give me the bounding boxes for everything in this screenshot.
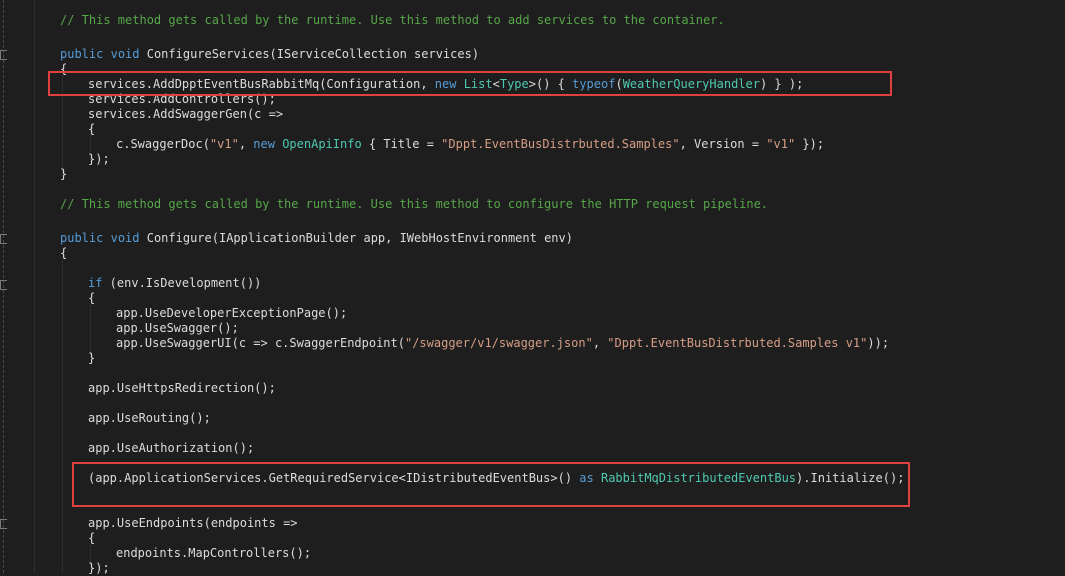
code-line: app.UseRouting(); [88, 411, 211, 425]
code-brace: { [88, 122, 96, 136]
code-brace: } [60, 167, 68, 181]
code-brace: } [88, 351, 96, 365]
collapse-marker[interactable] [0, 519, 7, 529]
highlight-box-eventbus-registration [48, 71, 892, 96]
indent-guide [62, 260, 63, 573]
indent-guide [90, 305, 91, 357]
code-line: app.UseHttpsRedirection(); [88, 381, 276, 395]
code-comment: // This method gets called by the runtim… [60, 13, 725, 27]
code-brace: { [88, 531, 96, 545]
code-line: endpoints.MapControllers(); [116, 546, 312, 560]
code-line-configure-services: public void ConfigureServices(IServiceCo… [60, 47, 480, 61]
code-line: app.UseDeveloperExceptionPage(); [116, 306, 348, 320]
indent-guide [34, 0, 35, 573]
code-brace: { [88, 291, 96, 305]
code-line-swagger-doc: c.SwaggerDoc("v1", new OpenApiInfo { Tit… [116, 137, 825, 151]
code-line: services.AddSwaggerGen(c => [88, 107, 284, 121]
code-line: app.UseSwagger(); [116, 321, 239, 335]
code-brace: { [60, 246, 68, 260]
code-line: app.UseAuthorization(); [88, 441, 255, 455]
code-line-swagger-ui: app.UseSwaggerUI(c => c.SwaggerEndpoint(… [116, 336, 890, 350]
collapse-marker[interactable] [0, 50, 7, 60]
code-line: app.UseEndpoints(endpoints => [88, 516, 298, 530]
code-line-configure: public void Configure(IApplicationBuilde… [60, 231, 573, 245]
highlight-box-eventbus-initialize [72, 462, 910, 507]
collapse-marker[interactable] [0, 234, 7, 244]
code-line: }); [88, 152, 110, 166]
collapse-marker[interactable] [0, 280, 7, 290]
code-comment: // This method gets called by the runtim… [60, 197, 769, 211]
code-line-if: if (env.IsDevelopment()) [88, 276, 262, 290]
code-line: }); [88, 561, 110, 575]
